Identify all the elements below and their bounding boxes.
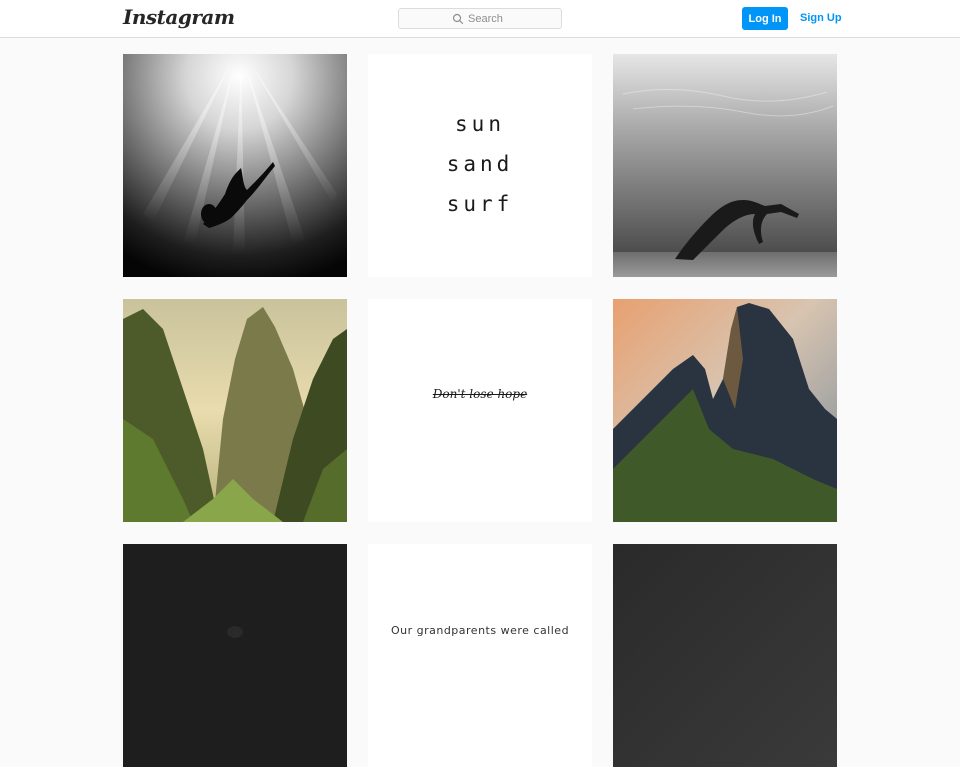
- post-thumbnail[interactable]: [123, 299, 347, 522]
- post-thumbnail[interactable]: [123, 54, 347, 277]
- caption-line: sun: [455, 112, 505, 136]
- top-navigation-bar: Instagram Log In Sign Up: [0, 0, 960, 38]
- search-input[interactable]: [468, 12, 508, 25]
- post-thumbnail[interactable]: [613, 544, 837, 767]
- post-caption-image: Our grandparents were called: [368, 624, 592, 637]
- signup-link[interactable]: Sign Up: [800, 12, 842, 24]
- login-button[interactable]: Log In: [742, 7, 788, 30]
- caption-line: Our grandparents were called: [390, 624, 570, 637]
- post-thumbnail[interactable]: [613, 299, 837, 522]
- post-thumbnail[interactable]: Our grandparents were called: [368, 544, 592, 767]
- search-box[interactable]: [398, 8, 562, 29]
- search-icon: [452, 13, 464, 24]
- underwater-floating-photo: [613, 54, 837, 277]
- underwater-falling-photo: [123, 54, 347, 277]
- mountain-sunset-photo: [613, 299, 837, 522]
- dark-photo: [123, 544, 347, 767]
- instagram-logo[interactable]: Instagram: [123, 5, 235, 29]
- mountain-gorge-photo: [123, 299, 347, 522]
- post-thumbnail[interactable]: [123, 544, 347, 767]
- caption-line: sand: [446, 152, 514, 176]
- post-caption-image: Don't lose hope: [368, 387, 592, 401]
- post-thumbnail[interactable]: [613, 54, 837, 277]
- post-grid: sun sand surf Don't lose hope Our grandp…: [123, 54, 837, 767]
- caption-line: surf: [446, 192, 514, 216]
- dark-textured-photo: [613, 544, 837, 767]
- post-caption-image: sun sand surf: [368, 104, 592, 224]
- post-thumbnail[interactable]: sun sand surf: [368, 54, 592, 277]
- caption-line: Don't lose hope: [432, 387, 528, 401]
- post-thumbnail[interactable]: Don't lose hope: [368, 299, 592, 522]
